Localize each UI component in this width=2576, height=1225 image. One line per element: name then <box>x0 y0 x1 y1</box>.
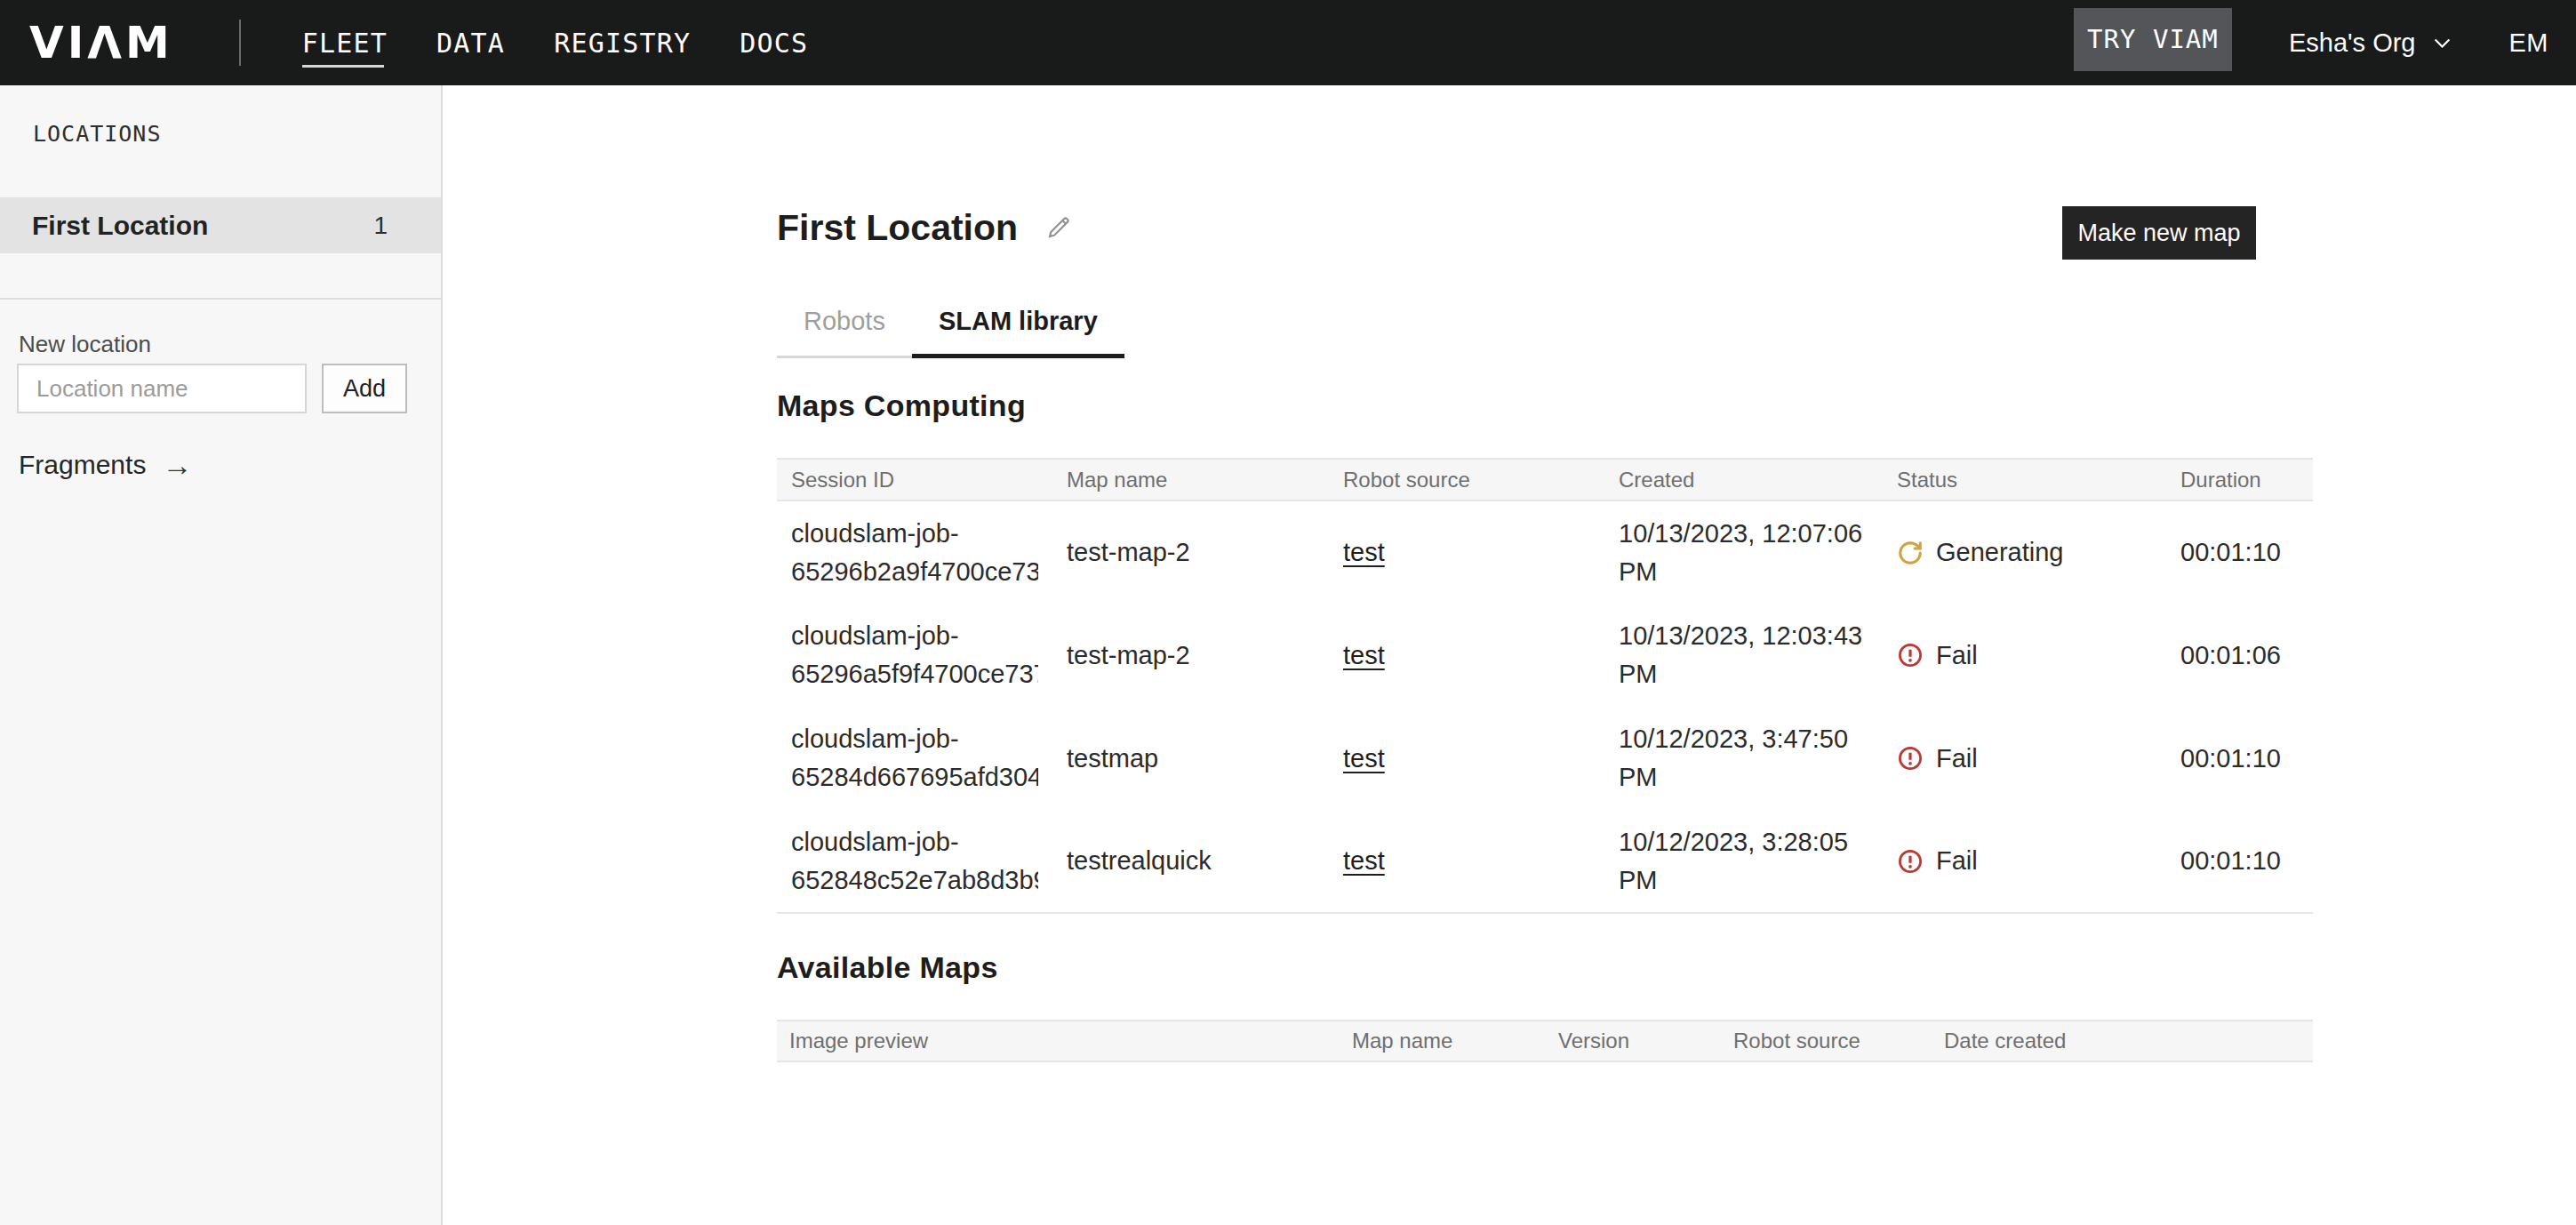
fragments-label: Fragments <box>19 450 146 480</box>
edit-pencil-icon[interactable] <box>1044 213 1073 242</box>
try-viam-button[interactable]: TRY VIAM <box>2074 8 2232 71</box>
maps-computing-table: Session ID Map name Robot source Created… <box>777 458 2313 914</box>
available-maps-heading: Available Maps <box>777 948 2313 987</box>
map-name: test-map-2 <box>1052 500 1329 604</box>
location-count: 1 <box>373 212 388 240</box>
org-name: Esha's Org <box>2289 28 2416 58</box>
col-image-preview: Image preview <box>777 1021 1340 1061</box>
table-row: cloudslam-job-65296b2a9f4700ce73 test-ma… <box>777 500 2313 604</box>
maps-computing-heading: Maps Computing <box>777 386 2313 425</box>
location-name: First Location <box>32 211 208 241</box>
nav-item-registry[interactable]: REGISTRY <box>554 28 691 59</box>
col-date-created: Date created <box>1932 1021 2313 1061</box>
nav-item-docs[interactable]: DOCS <box>740 28 808 59</box>
robot-source-link[interactable]: test <box>1343 846 1385 875</box>
arrow-right-icon: → <box>162 452 192 478</box>
col-robot-source: Robot source <box>1721 1021 1932 1061</box>
map-name: testrealquick <box>1052 810 1329 913</box>
tabs: Robots SLAM library <box>777 298 1124 358</box>
generating-icon <box>1897 540 1924 566</box>
nav-right: TRY VIAM Esha's Org EM <box>2074 12 2548 75</box>
status-label: Fail <box>1936 744 1978 773</box>
session-id: cloudslam-job-652848c52e7ab8d3b9 <box>791 823 1038 900</box>
fail-icon <box>1897 745 1924 772</box>
table-row: cloudslam-job-65284d667695afd304 testmap… <box>777 707 2313 810</box>
available-maps-table: Image preview Map name Version Robot sou… <box>777 1020 2313 1062</box>
new-location-form: Add <box>17 364 441 413</box>
sidebar-divider <box>0 298 441 300</box>
page-title: First Location <box>777 207 1018 249</box>
nav-item-data[interactable]: DATA <box>436 28 505 59</box>
locations-sidebar: LOCATIONS First Location 1 New location … <box>0 85 443 1225</box>
user-initials[interactable]: EM <box>2509 28 2549 58</box>
table-header-row: Session ID Map name Robot source Created… <box>777 459 2313 500</box>
col-created: Created <box>1604 459 1883 500</box>
robot-source-link[interactable]: test <box>1343 538 1385 566</box>
make-new-map-button[interactable]: Make new map <box>2062 206 2256 260</box>
duration: 00:01:10 <box>2166 707 2313 810</box>
location-name-input[interactable] <box>17 364 307 413</box>
created-at: 10/12/2023, 3:47:50 PM <box>1619 720 1868 797</box>
duration: 00:01:10 <box>2166 500 2313 604</box>
session-id: cloudslam-job-65296b2a9f4700ce73 <box>791 515 1038 591</box>
fragments-link[interactable]: Fragments → <box>19 450 192 480</box>
col-status: Status <box>1883 459 2166 500</box>
chevron-down-icon <box>2434 37 2451 49</box>
duration: 00:01:10 <box>2166 810 2313 913</box>
fail-icon <box>1897 642 1924 669</box>
col-map-name: Map name <box>1340 1021 1546 1061</box>
tab-robots[interactable]: Robots <box>777 298 912 356</box>
locations-heading: LOCATIONS <box>33 121 441 147</box>
nav-menu: FLEET DATA REGISTRY DOCS <box>302 28 809 59</box>
table-header-row: Image preview Map name Version Robot sou… <box>777 1021 2313 1061</box>
created-at: 10/13/2023, 12:07:06 PM <box>1619 515 1868 591</box>
status-label: Generating <box>1936 538 2064 567</box>
new-location-label: New location <box>19 329 441 359</box>
col-version: Version <box>1546 1021 1721 1061</box>
table-row: cloudslam-job-652848c52e7ab8d3b9 testrea… <box>777 810 2313 913</box>
duration: 00:01:06 <box>2166 604 2313 707</box>
col-session-id: Session ID <box>777 459 1052 500</box>
status-label: Fail <box>1936 846 1978 876</box>
sidebar-item-first-location[interactable]: First Location 1 <box>0 197 441 253</box>
robot-source-link[interactable]: test <box>1343 641 1385 669</box>
nav-item-fleet[interactable]: FLEET <box>302 28 388 59</box>
col-map-name: Map name <box>1052 459 1329 500</box>
add-location-button[interactable]: Add <box>322 364 407 413</box>
org-switcher[interactable]: Esha's Org <box>2289 28 2451 58</box>
created-at: 10/13/2023, 12:03:43 PM <box>1619 617 1868 693</box>
session-id: cloudslam-job-65284d667695afd304 <box>791 720 1038 797</box>
created-at: 10/12/2023, 3:28:05 PM <box>1619 823 1868 900</box>
title-row: First Location Make new map <box>777 201 2313 254</box>
nav-divider <box>239 20 241 66</box>
col-robot-source: Robot source <box>1329 459 1604 500</box>
status-label: Fail <box>1936 641 1978 670</box>
table-row: cloudslam-job-65296a5f9f4700ce737 test-m… <box>777 604 2313 707</box>
fail-icon <box>1897 848 1924 875</box>
main-content: First Location Make new map Robots SLAM … <box>443 85 2576 1225</box>
col-duration: Duration <box>2166 459 2313 500</box>
tab-slam-library[interactable]: SLAM library <box>912 298 1124 358</box>
map-name: test-map-2 <box>1052 604 1329 707</box>
map-name: testmap <box>1052 707 1329 810</box>
robot-source-link[interactable]: test <box>1343 744 1385 773</box>
session-id: cloudslam-job-65296a5f9f4700ce737 <box>791 617 1038 693</box>
viam-logo[interactable]: VIΛM <box>29 17 173 68</box>
top-nav: VIΛM FLEET DATA REGISTRY DOCS TRY VIAM E… <box>0 0 2576 85</box>
